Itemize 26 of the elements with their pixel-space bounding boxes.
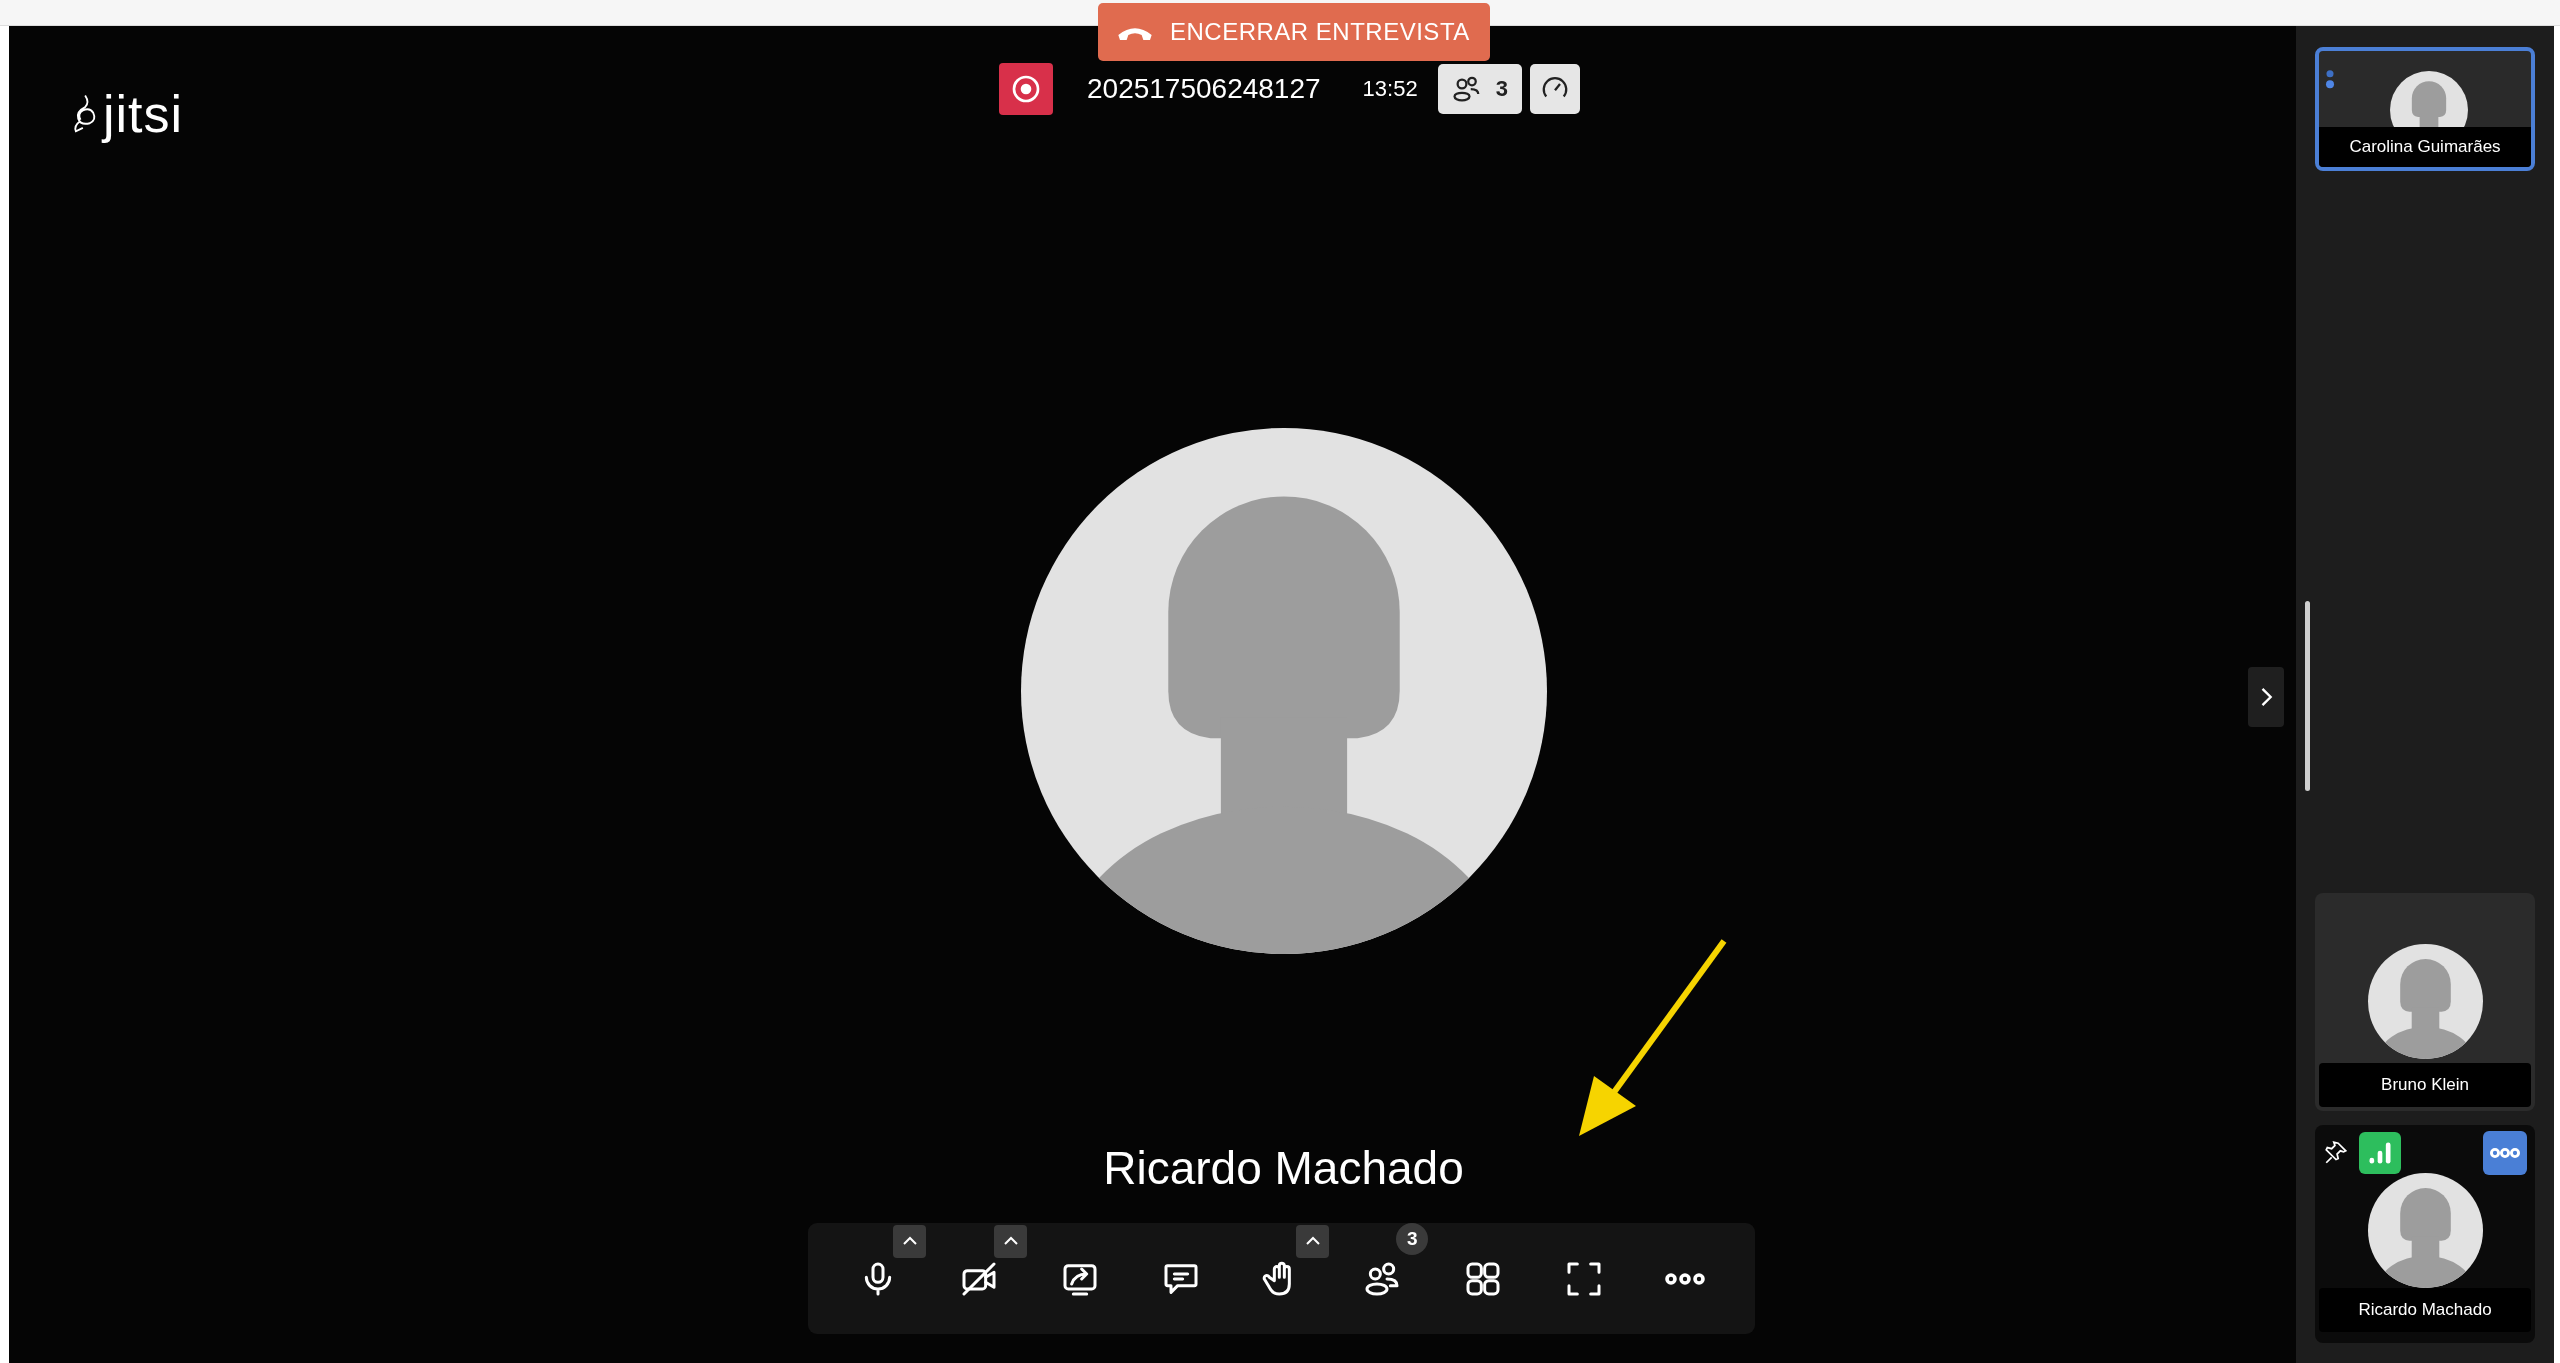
meeting-id: 202517506248127 [1087,73,1321,105]
audio-level-icon [2325,69,2335,89]
participant-tile[interactable]: Bruno Klein [2315,893,2535,1111]
participant-name: Carolina Guimarães [2319,127,2531,167]
more-options-icon [1664,1272,1705,1285]
toggle-filmstrip-button[interactable] [2248,667,2284,727]
elapsed-time: 13:52 [1362,76,1418,102]
options-caret-button[interactable] [1296,1224,1330,1258]
participants-count-button[interactable]: 3 [1437,64,1522,114]
tile-options-button[interactable] [2483,1131,2527,1175]
participant-tile[interactable]: Ricardo Machado [2315,1125,2535,1343]
options-caret-button[interactable] [893,1224,927,1258]
speed-gauge-button[interactable] [1529,64,1580,114]
scrollbar-thumb[interactable] [2305,601,2310,791]
people-icon [1451,74,1482,104]
pin-icon[interactable] [2323,1140,2349,1166]
record-icon [1010,73,1042,105]
participant-name: Bruno Klein [2319,1063,2531,1107]
participant-tile[interactable]: Carolina Guimarães [2315,47,2535,171]
connection-indicator[interactable] [2359,1132,2401,1174]
participant-name: Ricardo Machado [2319,1288,2531,1332]
speaker-name: Ricardo Machado [1102,1141,1465,1195]
options-caret-button[interactable] [994,1224,1028,1258]
logo-text: jitsi [103,84,184,144]
more-options-icon [2490,1148,2520,1158]
count-badge: 3 [1396,1222,1429,1255]
